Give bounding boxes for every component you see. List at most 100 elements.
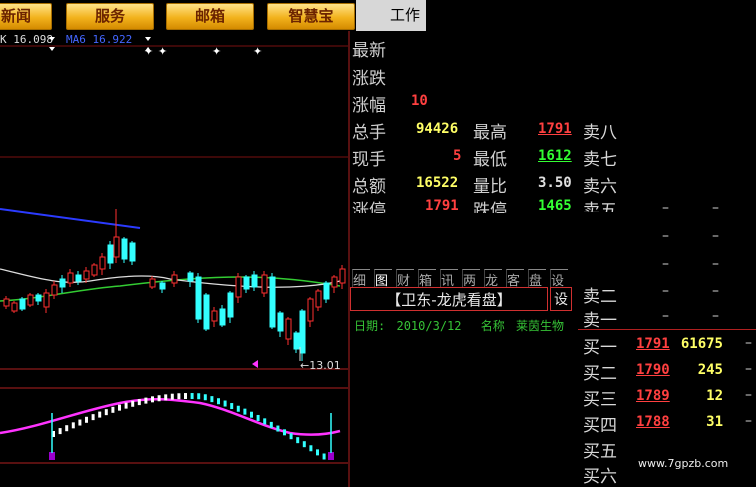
macd-dot (58, 428, 62, 435)
candle-body (299, 310, 306, 354)
buy-5-label: 买五 (583, 442, 617, 462)
macd-dot (85, 416, 88, 423)
quote-value-low: 1612 (538, 148, 572, 164)
quote-value-current-volume: 5 (453, 148, 462, 164)
quote-label-volume-ratio: 量比 (473, 177, 507, 197)
macd-line (0, 397, 341, 436)
candle-body (277, 312, 284, 332)
candle-body (195, 276, 202, 320)
macd-dot (78, 419, 82, 426)
sell-dash: – (662, 228, 669, 244)
sell-7-label: 卖七 (583, 150, 617, 170)
candle-body (243, 276, 250, 290)
watermark: www.7gpzb.com (638, 457, 729, 470)
macd-dot (250, 411, 253, 418)
quote-label-current-volume: 现手 (352, 150, 386, 170)
sell-2-label: 卖二 (583, 287, 617, 307)
sell-8-label: 卖八 (583, 123, 617, 143)
candle-body (339, 268, 346, 284)
date-label: 日期: (354, 319, 386, 333)
candle-body (35, 294, 42, 302)
sell-dash: – (662, 308, 669, 324)
macd-dot (124, 402, 128, 409)
macd-dot (144, 397, 148, 404)
sell-dash: – (712, 283, 719, 299)
tab-two[interactable]: 两 (462, 269, 480, 287)
candle-body (285, 318, 292, 340)
macd-dot (217, 398, 220, 405)
quote-label-amount: 总额 (352, 177, 386, 197)
candle-body (315, 290, 322, 308)
macd-dot (118, 404, 121, 411)
tab-detail[interactable]: 细 (352, 269, 370, 287)
macd-dot (203, 394, 207, 401)
macd-dots (52, 393, 326, 460)
macd-dot (65, 425, 69, 432)
macd-dot (256, 414, 260, 421)
macd-dot (223, 400, 227, 407)
candle-body (113, 236, 120, 258)
macd-dot (269, 421, 273, 428)
candle-body (99, 256, 106, 270)
quote-value-limit-down: 1465 (538, 198, 572, 214)
macd-dot (263, 418, 267, 425)
tab-settings[interactable]: 设 (550, 269, 568, 287)
nav-news-button[interactable]: 新闻 (0, 3, 52, 30)
macd-dot (309, 445, 313, 452)
buy-2-volume: 245 (697, 362, 723, 378)
panel-settings-button[interactable]: 设 (550, 287, 572, 311)
macd-dot (177, 393, 181, 400)
candle-body (227, 292, 234, 318)
tab-board[interactable]: 盘 (528, 269, 546, 287)
candle-body (211, 310, 218, 322)
macd-dot (111, 406, 115, 413)
chart-canvas: ✦ ✦ ✦ ✦ ←13.01 (0, 31, 350, 487)
tab-client[interactable]: 客 (506, 269, 524, 287)
signal-markers: ✦ ✦ ✦ ✦ (49, 37, 262, 58)
tab-news[interactable]: 讯 (440, 269, 458, 287)
tab-finance[interactable]: 财 (396, 269, 414, 287)
workarea-tab[interactable]: 工作区 (356, 0, 428, 55)
macd-dot (98, 411, 102, 418)
buy-2-label: 买二 (583, 364, 617, 384)
candles (3, 209, 346, 361)
sell-dash: – (662, 256, 669, 272)
tab-dragon[interactable]: 龙 (484, 269, 502, 287)
quote-value-limit-up: 1791 (425, 198, 459, 214)
macd-dot (190, 393, 194, 400)
candle-body (75, 274, 82, 282)
candle-body (83, 270, 90, 280)
macd-dot (184, 393, 187, 400)
candle-body (27, 294, 34, 306)
nav-zhihuibao-button[interactable]: 智慧宝 (267, 3, 355, 30)
candle-body (129, 242, 136, 262)
name-value: 莱茵生物 (515, 319, 564, 333)
candle-body (107, 244, 114, 264)
buy-1-volume: 61675 (680, 336, 723, 352)
candle-body (261, 274, 268, 294)
macd-dot (230, 403, 234, 410)
panel-title: 【卫东-龙虎看盘】 (350, 287, 548, 311)
tab-box[interactable]: 箱 (418, 269, 436, 287)
macd-dot (289, 433, 293, 440)
macd-dot (210, 396, 214, 403)
candle-body (121, 238, 128, 260)
macd-dot (157, 395, 161, 402)
tab-chart[interactable]: 图 (374, 269, 392, 287)
quote-value-total-volume: 94426 (416, 121, 459, 137)
macd-dot (131, 400, 135, 407)
macd-dot (151, 396, 154, 403)
right-edge-dash: – (745, 361, 752, 377)
nav-mail-button[interactable]: 邮箱 (166, 3, 254, 30)
macd-dot (71, 422, 75, 429)
candle-body (219, 308, 226, 326)
quote-label-high: 最高 (473, 123, 507, 143)
nav-service-button[interactable]: 服务 (66, 3, 154, 30)
candle-body (3, 298, 10, 307)
sell-1-label: 卖一 (583, 311, 617, 331)
svg-text:✦: ✦ (212, 45, 221, 58)
candle-body (235, 276, 242, 298)
quote-label-low: 最低 (473, 150, 507, 170)
kline-chart[interactable]: K 16.098 MA6 16.922 ✦ ✦ ✦ ✦ ←13.01 (0, 31, 350, 487)
svg-text:✦: ✦ (253, 45, 262, 58)
